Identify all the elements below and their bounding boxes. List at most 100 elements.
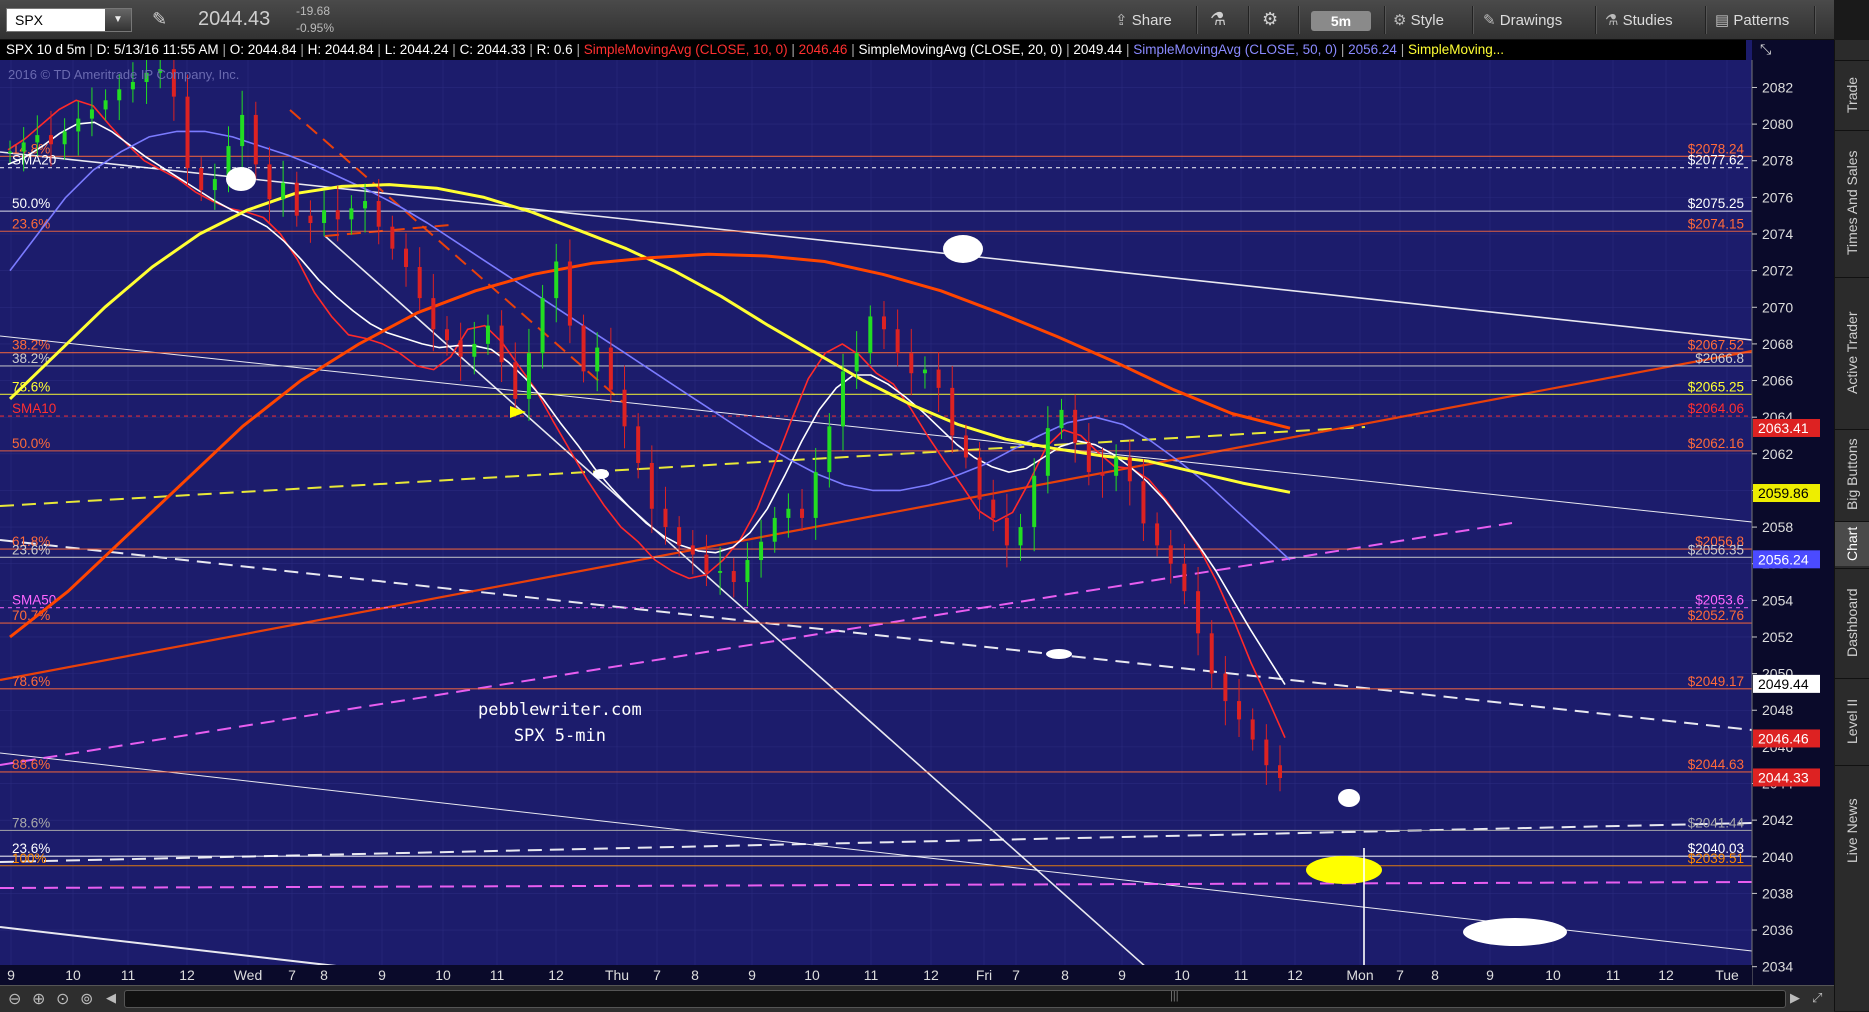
candle-body <box>718 571 723 573</box>
side-tab-live-news[interactable]: Live News <box>1835 765 1869 895</box>
candle-body <box>499 325 504 363</box>
studies-button[interactable]: ⚗ Studies <box>1605 9 1673 33</box>
level-price-label: $2075.25 <box>1688 196 1744 211</box>
candle-body <box>977 457 982 500</box>
zoom-reset-icon[interactable]: ⊚ <box>80 989 93 1009</box>
price-axis: 2082208020782076207420722070206820662064… <box>1751 40 1834 985</box>
time-tick-label: Fri <box>976 967 992 983</box>
level-price-label: $2065.25 <box>1688 379 1744 394</box>
level-price-label: $2049.17 <box>1688 674 1744 689</box>
time-tick-label: 10 <box>1174 967 1190 983</box>
candle-body <box>595 347 600 372</box>
candle-body <box>103 100 108 110</box>
drawings-button[interactable]: ✎ Drawings <box>1483 9 1562 33</box>
side-tab-times-and-sales[interactable]: Times And Sales <box>1835 130 1869 275</box>
share-label: Share <box>1131 12 1172 29</box>
sma20-legend[interactable]: SimpleMovingAvg (CLOSE, 20, 0) <box>859 42 1063 57</box>
symbol-dropdown-icon[interactable]: ▼ <box>105 9 131 31</box>
price-tick-label: 2080 <box>1762 116 1793 132</box>
candle-body <box>786 508 791 518</box>
zoom-out-icon[interactable]: ⊖ <box>8 989 21 1009</box>
zoom-in-icon[interactable]: ⊕ <box>32 989 45 1009</box>
level-percent-label: 78.6% <box>12 815 50 830</box>
level-price-label: $2074.15 <box>1688 216 1744 231</box>
candle-body <box>1237 701 1242 720</box>
candle-body <box>335 210 340 220</box>
side-tab-level-ii[interactable]: Level II <box>1835 678 1869 763</box>
level-percent-label: 23.6% <box>12 542 50 557</box>
time-tick-label: 9 <box>1118 967 1126 983</box>
symbol-input[interactable]: SPX ▼ <box>6 8 132 32</box>
candle-body <box>690 545 695 555</box>
level-percent-label: 78.6% <box>12 674 50 689</box>
candle-body <box>841 371 846 427</box>
toolbar-divider <box>1705 6 1707 34</box>
style-icon: ⚙ <box>1393 12 1407 29</box>
scroll-thumb[interactable] <box>124 990 1786 1008</box>
price-tick-label: 2070 <box>1762 299 1793 315</box>
chart-area[interactable]: $2078.24 14.8% $2077.62 SMA20 $2075.25 50.0% $… <box>0 40 1834 1011</box>
candle-body <box>390 226 395 249</box>
candle-body <box>472 343 477 357</box>
candle-body <box>322 210 327 224</box>
style-button[interactable]: ⚙ Style <box>1393 9 1444 33</box>
time-tick-label: 12 <box>548 967 564 983</box>
level-percent-label: 50.0% <box>12 436 50 451</box>
sma10-legend[interactable]: SimpleMovingAvg (CLOSE, 10, 0) <box>584 42 788 57</box>
side-tab-trade[interactable]: Trade <box>1835 60 1869 128</box>
time-tick-label: 11 <box>121 967 136 983</box>
price-tick-label: 2066 <box>1762 373 1793 389</box>
candle-body <box>991 499 996 518</box>
link-icon[interactable]: ✎ <box>152 9 167 30</box>
time-tick-label: 9 <box>7 967 15 983</box>
candle-body <box>117 89 122 101</box>
candle-body <box>1168 545 1173 564</box>
scroll-left-icon[interactable]: ◀ <box>106 990 116 1006</box>
sma-more-legend[interactable]: SimpleMoving... <box>1408 42 1504 57</box>
level-price-label: $2044.63 <box>1688 757 1744 772</box>
candle-body <box>636 426 641 463</box>
sma50-legend[interactable]: SimpleMovingAvg (CLOSE, 50, 0) <box>1133 42 1337 57</box>
candle-body <box>922 369 927 374</box>
candle-body <box>581 325 586 372</box>
expand-icon[interactable]: ⤢ <box>1812 990 1822 1006</box>
time-tick-label: Wed <box>234 967 263 983</box>
interval-button[interactable]: 5m <box>1311 11 1371 31</box>
candle-body <box>1155 523 1160 546</box>
side-tab-active-trader[interactable]: Active Trader <box>1835 277 1869 427</box>
candle-body <box>431 298 436 330</box>
candle-body <box>827 426 832 473</box>
price-tick-label: 2074 <box>1762 226 1793 242</box>
watermark-subtitle: SPX 5-min <box>513 726 606 746</box>
candle-body <box>308 215 313 224</box>
candle-body <box>8 151 12 154</box>
side-tab-dashboard[interactable]: Dashboard <box>1835 568 1869 676</box>
candle-body <box>1073 409 1078 443</box>
candle-body <box>35 135 40 143</box>
white-circle-marker <box>943 235 983 263</box>
collapse-icon[interactable]: ⤡ <box>1760 41 1771 58</box>
zoom-fit-icon[interactable]: ⊙ <box>56 989 69 1009</box>
share-button[interactable]: ⇪ Share <box>1115 9 1172 33</box>
candle-body <box>800 508 805 518</box>
time-tick-label: 10 <box>1545 967 1561 983</box>
patterns-button[interactable]: ▤ Patterns <box>1715 9 1789 33</box>
time-tick-label: 7 <box>1396 967 1404 983</box>
pencil-icon: ✎ <box>1483 12 1496 29</box>
scroll-right-icon[interactable]: ▶ <box>1790 990 1800 1006</box>
price-chart[interactable]: $2078.2414.8%$2077.62SMA20$2075.2550.0%$… <box>0 40 1834 985</box>
price-tick-label: 2038 <box>1762 885 1793 901</box>
white-circle-marker <box>1338 789 1360 807</box>
candle-body <box>62 131 67 145</box>
flask-icon[interactable]: ⚗ <box>1210 9 1226 30</box>
candle-body <box>868 316 873 354</box>
gear-icon[interactable]: ⚙ <box>1262 9 1278 30</box>
time-tick-label: 8 <box>320 967 328 983</box>
white-circle-marker <box>593 469 609 479</box>
toolbar-divider <box>1196 6 1198 34</box>
side-tab-chart[interactable]: Chart <box>1835 521 1869 566</box>
watermark: pebblewriter.com SPX 5-min <box>478 697 642 749</box>
side-tab-big-buttons[interactable]: Big Buttons <box>1835 429 1869 519</box>
chart-scrollbar[interactable]: ⊖ ⊕ ⊙ ⊚ ◀ ||| ▶ ⤢ <box>0 985 1834 1012</box>
bar-high: H: 2044.84 <box>307 42 374 57</box>
